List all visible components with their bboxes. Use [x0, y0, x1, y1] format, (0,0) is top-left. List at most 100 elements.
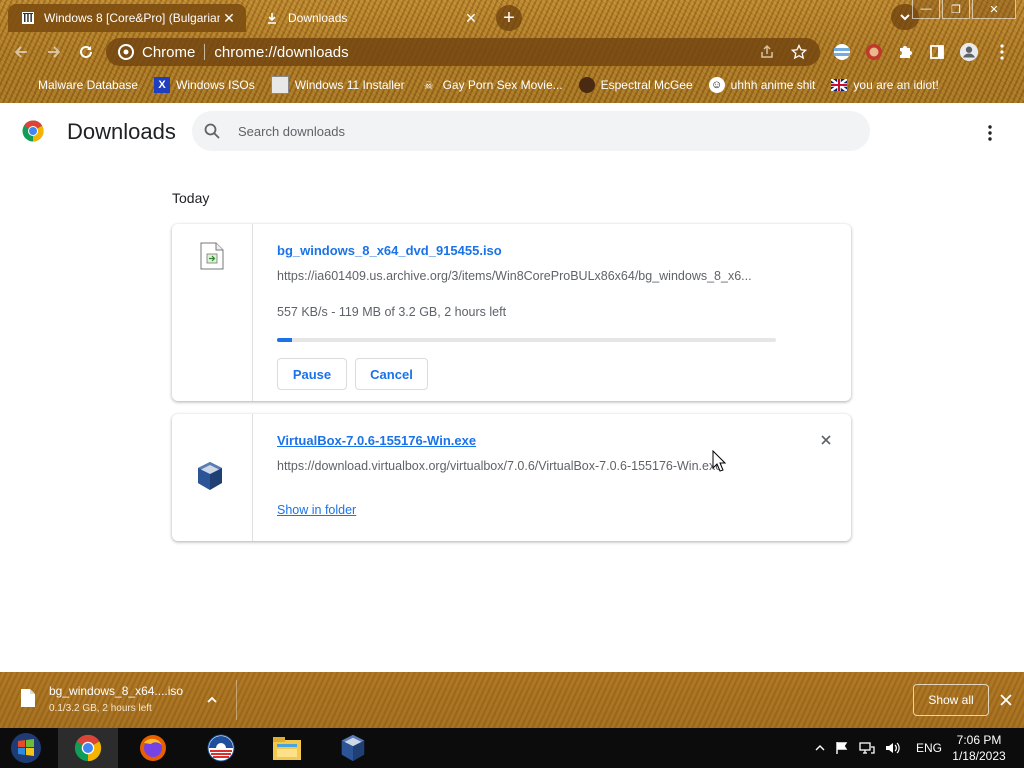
progress-fill	[277, 338, 292, 342]
bookmark-label: Gay Porn Sex Movie...	[442, 78, 563, 92]
search-icon	[204, 123, 220, 139]
taskbar-file-explorer[interactable]	[258, 728, 316, 768]
bookmark-espectral-mcgee[interactable]: Espectral McGee	[578, 77, 693, 93]
profile-icon[interactable]	[959, 42, 979, 62]
tab-downloads[interactable]: Downloads ✕	[252, 4, 488, 32]
shelf-file-name[interactable]: bg_windows_8_x64....iso	[49, 684, 183, 698]
firefox-icon	[140, 735, 166, 761]
download-icon	[264, 10, 280, 26]
iso-file-icon	[200, 242, 224, 270]
close-icon[interactable]: ✕	[462, 9, 480, 27]
system-tray: ENG	[810, 728, 947, 768]
image-icon	[270, 76, 289, 94]
clock-date: 1/18/2023	[952, 749, 1006, 763]
bookmark-malware-database[interactable]: Malware Database	[16, 77, 138, 93]
menu-kebab-icon[interactable]	[992, 42, 1012, 62]
date-section-label: Today	[172, 190, 210, 206]
cancel-button[interactable]: Cancel	[355, 358, 428, 390]
clock-time: 7:06 PM	[956, 733, 1002, 747]
close-shelf-icon[interactable]	[996, 690, 1016, 710]
bookmark-label: Windows ISOs	[176, 78, 255, 92]
volume-icon[interactable]	[885, 741, 901, 755]
side-panel-icon[interactable]	[927, 42, 947, 62]
download-progress-bar	[277, 338, 776, 342]
obama-icon	[207, 734, 235, 762]
extensions-puzzle-icon[interactable]	[895, 42, 915, 62]
star-icon[interactable]	[788, 44, 810, 60]
chrome-logo-icon	[22, 120, 44, 142]
forward-arrow-icon	[48, 46, 61, 58]
shelf-file-status: 0.1/3.2 GB, 2 hours left	[49, 703, 152, 714]
tab-windows-8[interactable]: Windows 8 [Core&Pro] (Bulgarian) ✕	[8, 4, 246, 32]
file-icon-column	[172, 414, 253, 541]
reload-button[interactable]	[75, 41, 97, 63]
tab-title: Windows 8 [Core&Pro] (Bulgarian)	[44, 11, 220, 25]
download-item: VirtualBox-7.0.6-155176-Win.exe https://…	[172, 414, 851, 541]
back-button[interactable]	[10, 41, 32, 63]
bug-icon	[16, 77, 32, 93]
site-label: Chrome	[142, 43, 196, 61]
face-icon	[578, 77, 595, 93]
extension-avatar-icon[interactable]	[864, 42, 884, 62]
address-bar[interactable]: Chrome chrome://downloads	[106, 38, 820, 66]
bookmark-you-are-an-idiot[interactable]: you are an idiot!	[831, 77, 939, 93]
close-icon[interactable]: ✕	[220, 9, 238, 27]
download-item: bg_windows_8_x64_dvd_915455.iso https://…	[172, 224, 851, 401]
remove-from-list-close-icon[interactable]	[816, 430, 836, 450]
start-button[interactable]	[0, 728, 52, 768]
site-info[interactable]: Chrome	[118, 44, 195, 61]
skull-icon: ☠	[423, 79, 434, 92]
bookmark-anime[interactable]: ☺ uhhh anime shit	[708, 77, 816, 93]
bookmark-gay-porn[interactable]: ☠ Gay Porn Sex Movie...	[421, 77, 563, 93]
bookmark-label: uhhh anime shit	[730, 78, 816, 92]
window-controls: — ❐ ✕	[910, 0, 1016, 19]
chevron-up-icon[interactable]	[204, 692, 220, 708]
network-icon[interactable]	[859, 741, 875, 755]
source-url[interactable]: https://ia601409.us.archive.org/3/items/…	[277, 269, 777, 283]
taskbar-firefox[interactable]	[124, 728, 182, 768]
chrome-icon	[74, 734, 102, 762]
back-arrow-icon	[14, 46, 27, 58]
virtualbox-icon	[341, 734, 365, 762]
close-window-button[interactable]: ✕	[972, 0, 1016, 19]
bookmark-windows-11-installer[interactable]: Windows 11 Installer	[270, 76, 405, 94]
taskbar-obama[interactable]	[192, 728, 250, 768]
taskbar-clock[interactable]: 7:06 PM 1/18/2023	[944, 732, 1014, 764]
more-actions-icon[interactable]	[978, 121, 1002, 145]
url-text[interactable]: chrome://downloads	[214, 44, 756, 61]
tab-title: Downloads	[288, 11, 348, 25]
shelf-divider	[236, 680, 237, 720]
file-name-link[interactable]: bg_windows_8_x64_dvd_915455.iso	[277, 243, 502, 258]
restore-button[interactable]: ❐	[942, 0, 970, 19]
show-all-button[interactable]: Show all	[913, 684, 989, 716]
anime-icon: ☺	[708, 77, 725, 93]
search-bar[interactable]	[192, 111, 870, 151]
source-url[interactable]: https://download.virtualbox.org/virtualb…	[277, 459, 777, 473]
download-shelf: bg_windows_8_x64....iso 0.1/3.2 GB, 2 ho…	[0, 672, 1024, 728]
minimize-button[interactable]: —	[912, 0, 940, 19]
toolbar: Chrome chrome://downloads	[0, 34, 1024, 70]
new-tab-button[interactable]: +	[496, 5, 522, 31]
taskbar-virtualbox[interactable]	[324, 728, 382, 768]
bookmark-windows-isos[interactable]: X Windows ISOs	[154, 77, 255, 93]
bookmark-label: Windows 11 Installer	[294, 78, 405, 92]
language-indicator[interactable]: ENG	[916, 741, 942, 755]
file-explorer-icon	[273, 737, 301, 760]
extension-flag-icon[interactable]	[832, 42, 852, 62]
x-icon: X	[154, 77, 171, 93]
bookmark-label: Malware Database	[38, 78, 139, 92]
archive-icon	[20, 10, 36, 26]
search-input[interactable]	[236, 122, 800, 140]
forward-button[interactable]	[43, 41, 65, 63]
mouse-cursor-icon	[712, 450, 726, 472]
download-status: 557 KB/s - 119 MB of 3.2 GB, 2 hours lef…	[277, 305, 507, 319]
pause-button[interactable]: Pause	[277, 358, 347, 390]
action-center-flag-icon[interactable]	[835, 741, 849, 755]
share-icon[interactable]	[756, 44, 778, 60]
start-icon	[11, 733, 41, 763]
taskbar-chrome[interactable]	[58, 728, 118, 768]
show-in-folder-link[interactable]: Show in folder	[277, 503, 356, 517]
file-name-link[interactable]: VirtualBox-7.0.6-155176-Win.exe	[277, 433, 476, 448]
show-hidden-icons-chevron-icon[interactable]	[815, 744, 825, 752]
file-icon-column	[172, 224, 253, 401]
